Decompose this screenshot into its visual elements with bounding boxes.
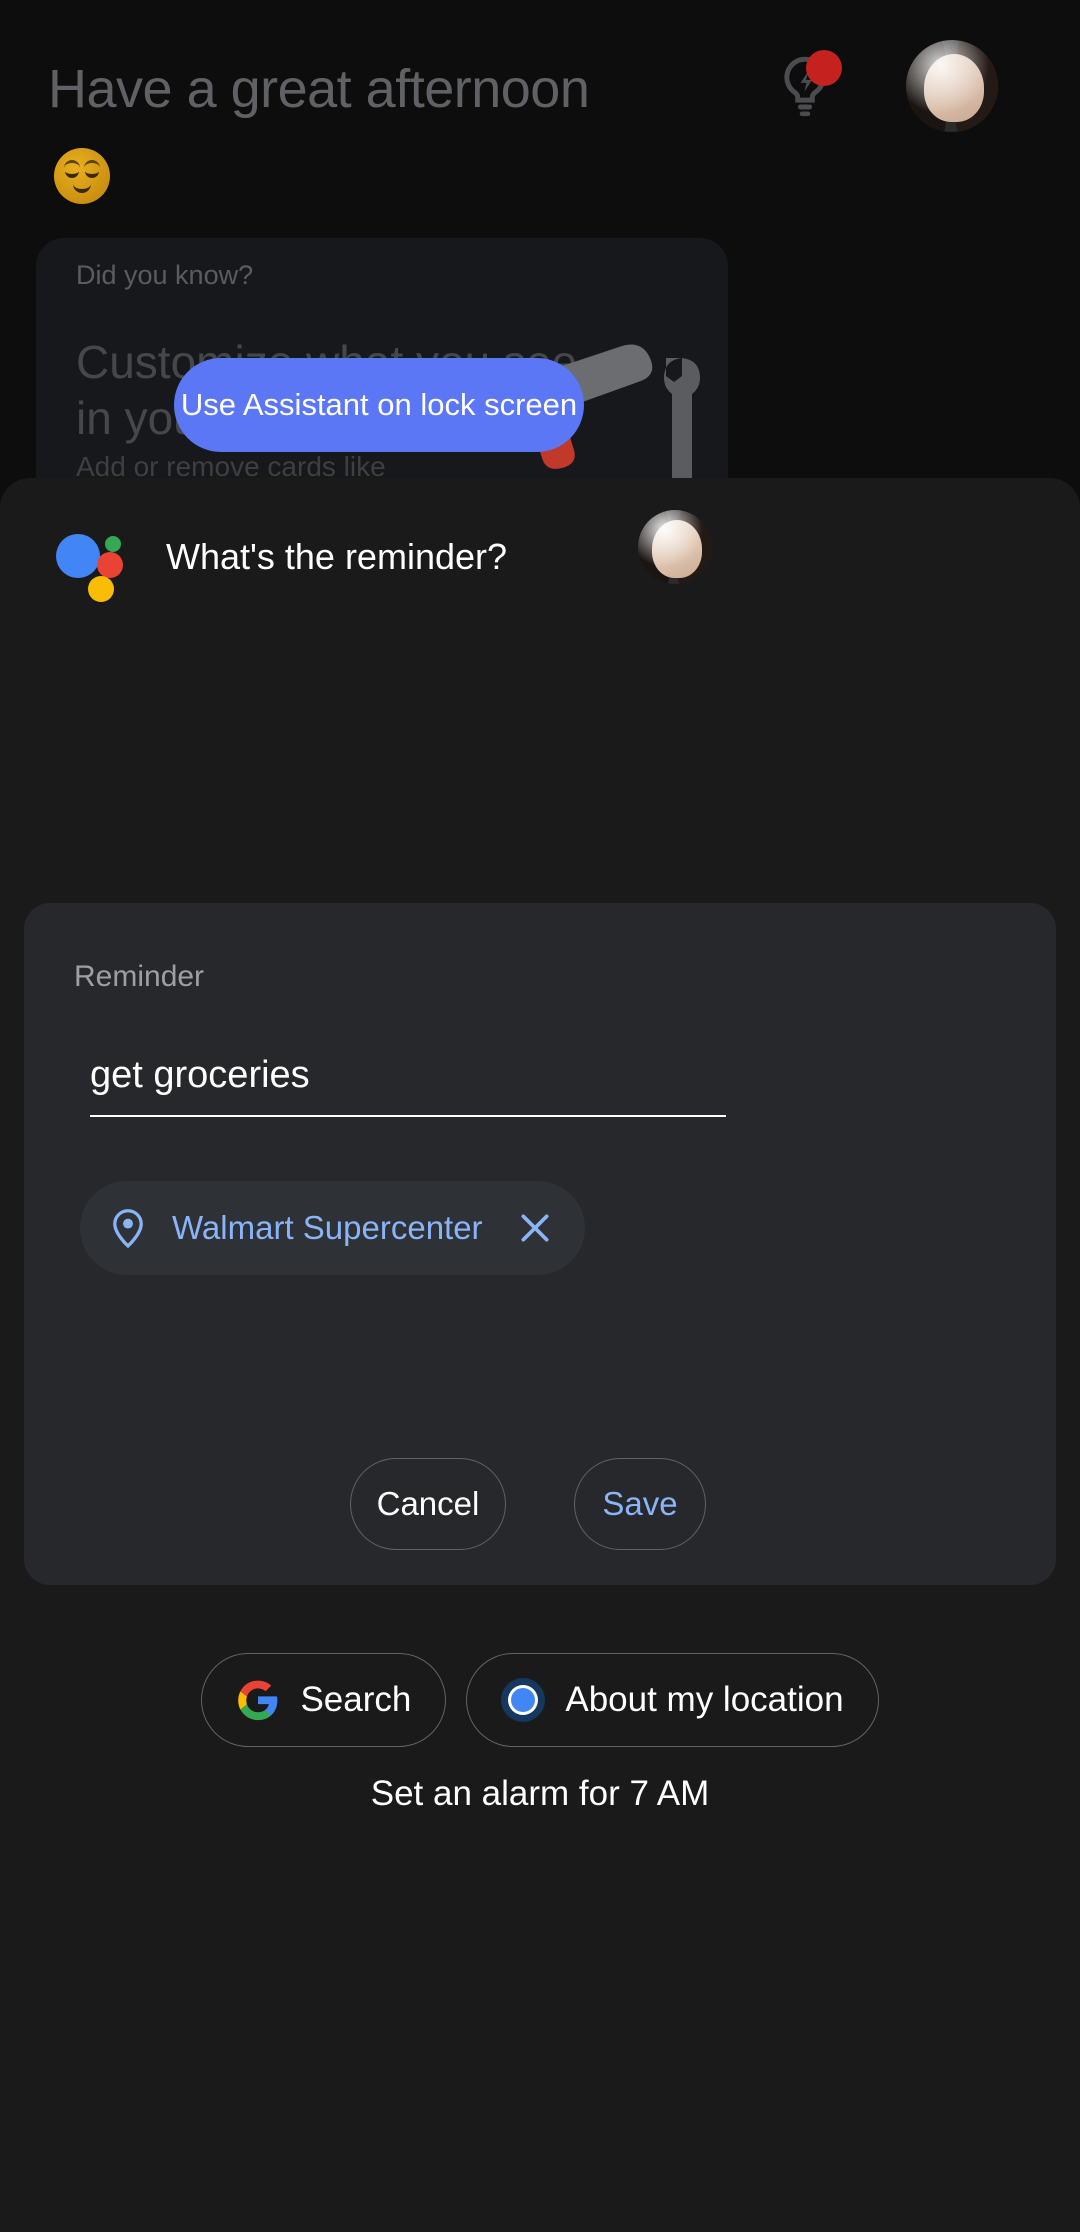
reminder-input[interactable] [90, 1043, 726, 1107]
close-icon[interactable] [515, 1208, 555, 1248]
assistant-header: What's the reminder? [0, 478, 1080, 658]
suggestion-chips-row: Search About my location [0, 1650, 1080, 1750]
suggestion-chip-label: About my location [565, 1680, 844, 1719]
reminder-button-row: Cancel Save [24, 1458, 1056, 1568]
avatar[interactable] [638, 510, 712, 584]
location-chip[interactable]: Walmart Supercenter [80, 1181, 585, 1275]
location-dot-icon [501, 1678, 546, 1722]
assistant-sheet: What's the reminder? Reminder Walmart Su… [0, 478, 1080, 2232]
cancel-button[interactable]: Cancel [350, 1458, 506, 1550]
reminder-card: Reminder Walmart Supercenter Cancel Save [24, 903, 1056, 1585]
greeting-row: Have a great afternoon [48, 48, 1032, 204]
lightbulb-icon[interactable] [770, 50, 842, 122]
suggestion-chip-alarm[interactable]: Set an alarm for 7 AM [0, 1774, 1080, 1814]
reminder-field-label: Reminder [74, 960, 205, 993]
avatar[interactable] [906, 40, 998, 132]
assistant-query-text: What's the reminder? [166, 536, 508, 577]
card-eyebrow: Did you know? [76, 260, 254, 290]
notification-badge [806, 50, 842, 86]
suggestion-chip-location[interactable]: About my location [466, 1653, 879, 1747]
tooltip-label: Use Assistant on lock screen [180, 387, 578, 422]
lock-screen-tooltip[interactable]: Use Assistant on lock screen [174, 358, 584, 452]
suggestion-chip-label: Search [300, 1680, 412, 1719]
reminder-input-wrapper [90, 1043, 726, 1117]
phone-screen: Have a great afternoon Did you know? Cus… [0, 0, 1080, 2232]
save-button[interactable]: Save [574, 1458, 706, 1550]
google-g-icon [238, 1680, 278, 1721]
suggestion-chip-search[interactable]: Search [201, 1653, 447, 1747]
page-title: Have a great afternoon [48, 59, 590, 119]
google-assistant-logo [56, 534, 123, 602]
location-chip-label: Walmart Supercenter [172, 1209, 483, 1246]
location-pin-icon [113, 1209, 143, 1249]
relieved-face-emoji [54, 148, 110, 204]
